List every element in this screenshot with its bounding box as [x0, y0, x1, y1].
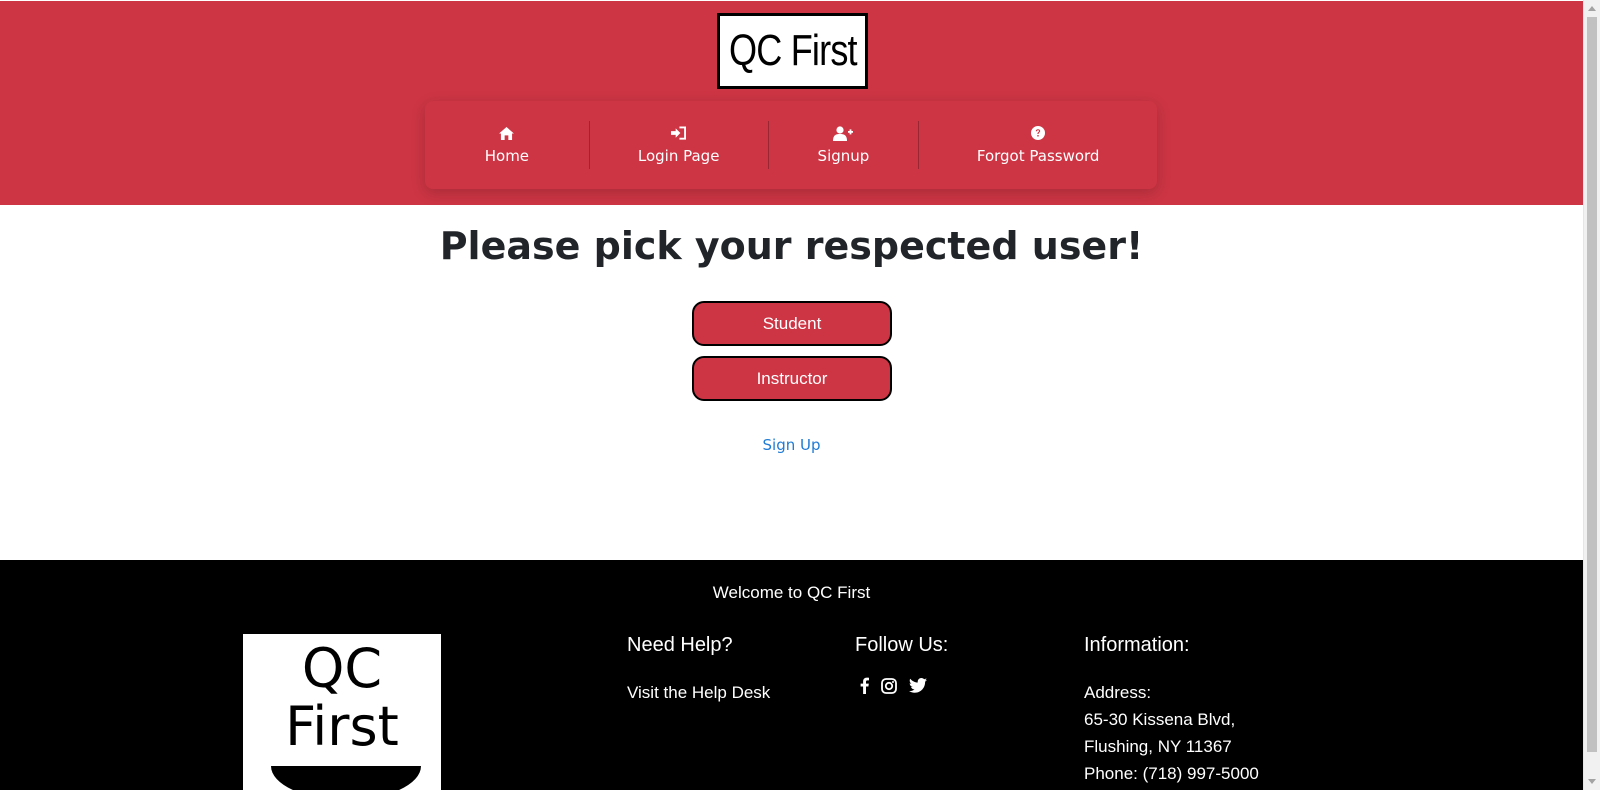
- footer-logo: QC First: [243, 634, 441, 790]
- address-line-1: 65-30 Kissena Blvd,: [1084, 710, 1236, 729]
- footer-follow-heading: Follow Us:: [855, 634, 949, 656]
- page: QC First Home Login Page Signup Forgot P…: [0, 0, 1583, 790]
- signup-link[interactable]: Sign Up: [763, 436, 821, 454]
- nav-forgot-password-label: Forgot Password: [976, 147, 1100, 165]
- address-label: Address:: [1084, 683, 1152, 702]
- logo-text: QC First: [728, 26, 858, 75]
- site-footer: Welcome to QC First QC First Need Help? …: [0, 560, 1583, 790]
- page-title: Please pick your respected user!: [439, 224, 1144, 268]
- nav-signup[interactable]: Signup: [769, 101, 919, 189]
- nav-signup-label: Signup: [817, 147, 870, 165]
- address-line-2: Flushing, NY 11367: [1084, 737, 1232, 756]
- page-scrollbar[interactable]: [1583, 0, 1600, 790]
- phone-number: Phone: (718) 997-5000: [1084, 764, 1259, 783]
- footer-logo-text: QC First: [285, 637, 399, 758]
- twitter-icon[interactable]: [909, 678, 927, 693]
- help-desk-link[interactable]: Visit the Help Desk: [627, 679, 770, 706]
- nav-home[interactable]: Home: [425, 101, 589, 189]
- scroll-up-arrow-icon[interactable]: [1588, 6, 1596, 11]
- nav-login-page[interactable]: Login Page: [590, 101, 768, 189]
- user-plus-icon: [833, 125, 854, 141]
- nav-login-page-label: Login Page: [637, 147, 720, 165]
- nav-forgot-password[interactable]: Forgot Password: [919, 101, 1157, 189]
- footer-info-column: Information: Address: 65-30 Kissena Blvd…: [1084, 634, 1259, 787]
- scroll-thumb[interactable]: [1587, 17, 1597, 752]
- student-button[interactable]: Student: [692, 301, 892, 346]
- facebook-icon[interactable]: [860, 677, 869, 694]
- instagram-icon[interactable]: [881, 677, 897, 694]
- footer-help-column: Need Help? Visit the Help Desk: [627, 634, 770, 706]
- footer-help-heading: Need Help?: [627, 634, 733, 656]
- nav-home-label: Home: [484, 147, 530, 165]
- home-icon: [499, 125, 515, 141]
- site-header: QC First Home Login Page Signup Forgot P…: [0, 1, 1583, 205]
- sign-in-icon: [671, 125, 687, 141]
- social-links: [860, 677, 948, 694]
- footer-info-heading: Information:: [1084, 634, 1190, 656]
- scroll-down-arrow-icon[interactable]: [1588, 779, 1596, 784]
- question-circle-icon: [1031, 125, 1046, 141]
- signup-link-row: Sign Up: [0, 436, 1583, 454]
- footer-welcome: Welcome to QC First: [712, 583, 871, 602]
- logo[interactable]: QC First: [717, 13, 868, 89]
- instructor-button[interactable]: Instructor: [692, 356, 892, 401]
- main-nav: Home Login Page Signup Forgot Password: [425, 101, 1157, 189]
- footer-logo-arc: [271, 766, 421, 790]
- footer-follow-column: Follow Us:: [855, 634, 948, 694]
